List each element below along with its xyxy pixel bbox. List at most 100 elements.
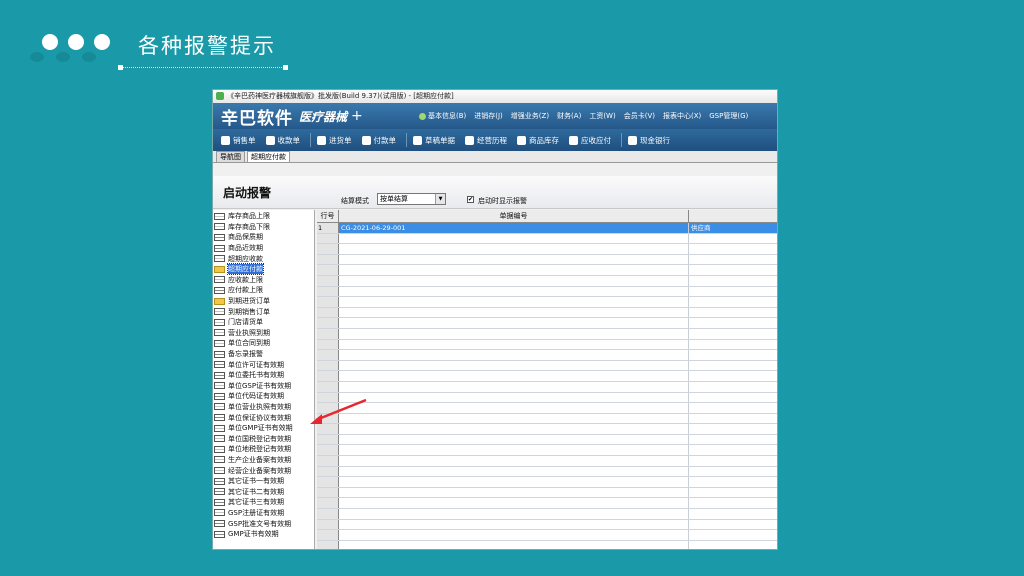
- tree-item[interactable]: 库存商品下限: [213, 222, 314, 233]
- tree-item[interactable]: 库存商品上限: [213, 211, 314, 222]
- show-on-start-checkbox[interactable]: ✔: [467, 196, 474, 203]
- table-row[interactable]: [317, 318, 777, 329]
- table-cell: [689, 435, 777, 445]
- tree-item[interactable]: 超期应付款: [213, 263, 314, 276]
- toolbar-button[interactable]: 进货单: [317, 135, 356, 146]
- list-item-icon: [214, 498, 225, 506]
- table-row[interactable]: [317, 328, 777, 340]
- table-row[interactable]: [317, 540, 777, 549]
- tree-item[interactable]: 单位代码证有效期: [213, 391, 314, 402]
- menu-item[interactable]: 报表中心(X): [663, 111, 701, 121]
- list-item-icon: [214, 467, 225, 475]
- tree-item[interactable]: 单位国税登记有效期: [213, 433, 314, 444]
- tree-item[interactable]: 单位GSP证书有效期: [213, 381, 314, 392]
- table-row[interactable]: [317, 233, 777, 245]
- table-row[interactable]: [317, 487, 777, 499]
- table-row[interactable]: [317, 350, 777, 361]
- tab[interactable]: 超期应付款: [247, 151, 290, 162]
- menu-item[interactable]: 工资(W): [589, 111, 615, 121]
- tree-item[interactable]: 商品近效期: [213, 243, 314, 254]
- table-cell: [689, 361, 777, 371]
- tree-item[interactable]: 到期进货订单: [213, 296, 314, 307]
- menu-item[interactable]: 基本信息(B): [419, 111, 466, 121]
- tree-item[interactable]: 单位GMP证书有效期: [213, 423, 314, 434]
- tree-item[interactable]: GMP证书有效期: [213, 529, 314, 540]
- tree-item[interactable]: 营业执照到期: [213, 328, 314, 339]
- toolbar-button[interactable]: 商品库存: [517, 135, 563, 146]
- table-row[interactable]: [317, 434, 777, 446]
- settlement-mode-select[interactable]: 按单结算 ▼: [377, 193, 446, 205]
- toolbar-button[interactable]: 经营历程: [465, 135, 511, 146]
- table-row[interactable]: [317, 286, 777, 298]
- tree-item[interactable]: 其它证书二有效期: [213, 486, 314, 497]
- list-item-icon: [214, 244, 225, 252]
- table-row[interactable]: 1 CG-2021-06-29-001 供应商: [317, 223, 777, 234]
- tree-item[interactable]: 单位许可证有效期: [213, 359, 314, 370]
- table-cell: [339, 466, 689, 477]
- table-row[interactable]: [317, 498, 777, 510]
- column-header[interactable]: [689, 210, 777, 222]
- menu-item[interactable]: 财务(A): [557, 111, 581, 121]
- tree-item[interactable]: 门店请货单: [213, 317, 314, 328]
- tree-item[interactable]: 经营企业备案有效期: [213, 465, 314, 476]
- toolbar-button-label: 草稿单据: [425, 135, 455, 145]
- tree-item[interactable]: 商品保质期: [213, 232, 314, 243]
- menu-item[interactable]: 进销存(J): [474, 111, 503, 121]
- chevron-down-icon[interactable]: ▼: [435, 194, 445, 204]
- tree-item[interactable]: 其它证书一有效期: [213, 476, 314, 487]
- column-header[interactable]: 行号: [317, 210, 339, 222]
- tree-item[interactable]: GSP批准文号有效期: [213, 518, 314, 529]
- column-header[interactable]: 单据编号: [339, 210, 689, 222]
- table-row[interactable]: [317, 265, 777, 276]
- menu-item[interactable]: GSP管理(G): [709, 111, 748, 121]
- table-row[interactable]: [317, 519, 777, 531]
- table-row[interactable]: [317, 509, 777, 520]
- tree-item[interactable]: 单位地税登记有效期: [213, 444, 314, 455]
- table-row[interactable]: [317, 381, 777, 393]
- tree-item[interactable]: 生产企业备案有效期: [213, 455, 314, 466]
- toolbar-button[interactable]: 收款单: [265, 135, 305, 146]
- table-row[interactable]: [317, 371, 777, 382]
- tree-item[interactable]: 单位保证协议有效期: [213, 412, 314, 423]
- table-row[interactable]: [317, 244, 777, 255]
- menu-item[interactable]: 增强业务(Z): [511, 111, 549, 121]
- tree-item[interactable]: 应付款上限: [213, 285, 314, 296]
- tree-item[interactable]: 其它证书三有效期: [213, 497, 314, 508]
- table-row[interactable]: [317, 424, 777, 435]
- menu-item[interactable]: 会员卡(V): [624, 111, 655, 121]
- tree-item[interactable]: 备忘录报警: [213, 349, 314, 360]
- table-row[interactable]: [317, 445, 777, 457]
- table-row[interactable]: [317, 254, 777, 266]
- tree-item[interactable]: 单位营业执照有效期: [213, 402, 314, 413]
- tree-item[interactable]: 应收款上限: [213, 275, 314, 286]
- table-cell: [317, 456, 339, 466]
- table-row[interactable]: [317, 307, 777, 319]
- table-row[interactable]: [317, 477, 777, 488]
- tree-item-label: 商品近效期: [228, 244, 263, 253]
- list-item-icon: [214, 329, 225, 337]
- table-row[interactable]: [317, 392, 777, 404]
- tree-item[interactable]: GSP注册证有效期: [213, 508, 314, 519]
- table-row[interactable]: [317, 403, 777, 414]
- toolbar-button[interactable]: 现金银行: [628, 135, 674, 146]
- toolbar-button[interactable]: 草稿单据: [413, 135, 459, 146]
- table-cell: [689, 393, 777, 403]
- table-row[interactable]: [317, 275, 777, 287]
- tree-item[interactable]: 单位委托书有效期: [213, 370, 314, 381]
- tree-item[interactable]: 超期应收款: [213, 253, 314, 264]
- tree-item[interactable]: 单位合同到期: [213, 338, 314, 349]
- table-row[interactable]: [317, 297, 777, 308]
- table-cell: [317, 339, 339, 350]
- table-row[interactable]: [317, 530, 777, 541]
- toolbar-button[interactable]: 应收应付: [569, 135, 615, 146]
- table-row[interactable]: [317, 456, 777, 467]
- tab[interactable]: 导航图: [216, 151, 245, 162]
- tree-item[interactable]: 到期销售订单: [213, 306, 314, 317]
- table-row[interactable]: [317, 413, 777, 425]
- toolbar-button[interactable]: 销售单: [221, 135, 260, 146]
- toolbar-button[interactable]: 付款单: [361, 135, 401, 146]
- table-row[interactable]: [317, 360, 777, 372]
- tab-strip: 导航图 超期应付款: [213, 151, 777, 163]
- table-row[interactable]: [317, 466, 777, 478]
- table-row[interactable]: [317, 339, 777, 351]
